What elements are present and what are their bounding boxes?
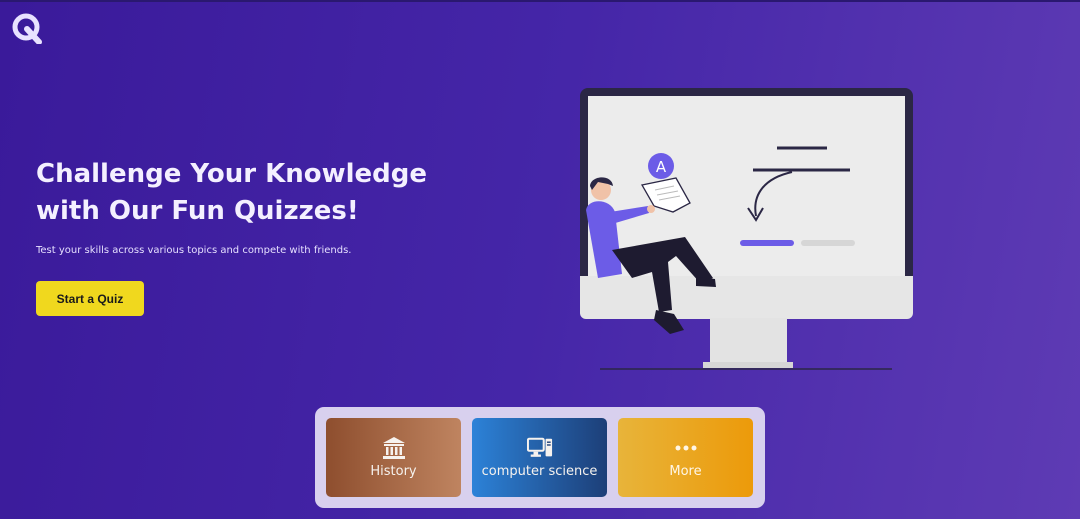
desktop-computer-icon bbox=[526, 436, 553, 460]
hero-title-line-1: Challenge Your Knowledge bbox=[36, 159, 428, 189]
category-card-more[interactable]: More bbox=[618, 418, 753, 497]
category-card-computer-science[interactable]: computer science bbox=[472, 418, 607, 497]
answer-badge-letter: A bbox=[656, 158, 667, 176]
monitor-stand bbox=[710, 318, 787, 363]
hero-illustration: A bbox=[570, 82, 930, 378]
monitor-base bbox=[703, 362, 793, 368]
category-label-history: History bbox=[370, 464, 417, 479]
museum-icon bbox=[381, 436, 407, 460]
ellipsis-icon bbox=[673, 436, 699, 460]
hero-title: Challenge Your Knowledge with Our Fun Qu… bbox=[36, 156, 456, 230]
top-border bbox=[0, 0, 1080, 2]
category-panel: History computer science More bbox=[315, 407, 765, 508]
quiz-logo-icon[interactable] bbox=[11, 12, 43, 45]
hero-title-line-2: with Our Fun Quizzes! bbox=[36, 196, 359, 226]
hero-subtitle: Test your skills across various topics a… bbox=[36, 245, 352, 256]
progress-fill bbox=[740, 240, 794, 246]
category-card-history[interactable]: History bbox=[326, 418, 461, 497]
progress-track bbox=[801, 240, 855, 246]
category-label-more: More bbox=[669, 464, 702, 479]
start-quiz-button[interactable]: Start a Quiz bbox=[36, 281, 144, 316]
category-label-computer-science: computer science bbox=[481, 464, 598, 479]
